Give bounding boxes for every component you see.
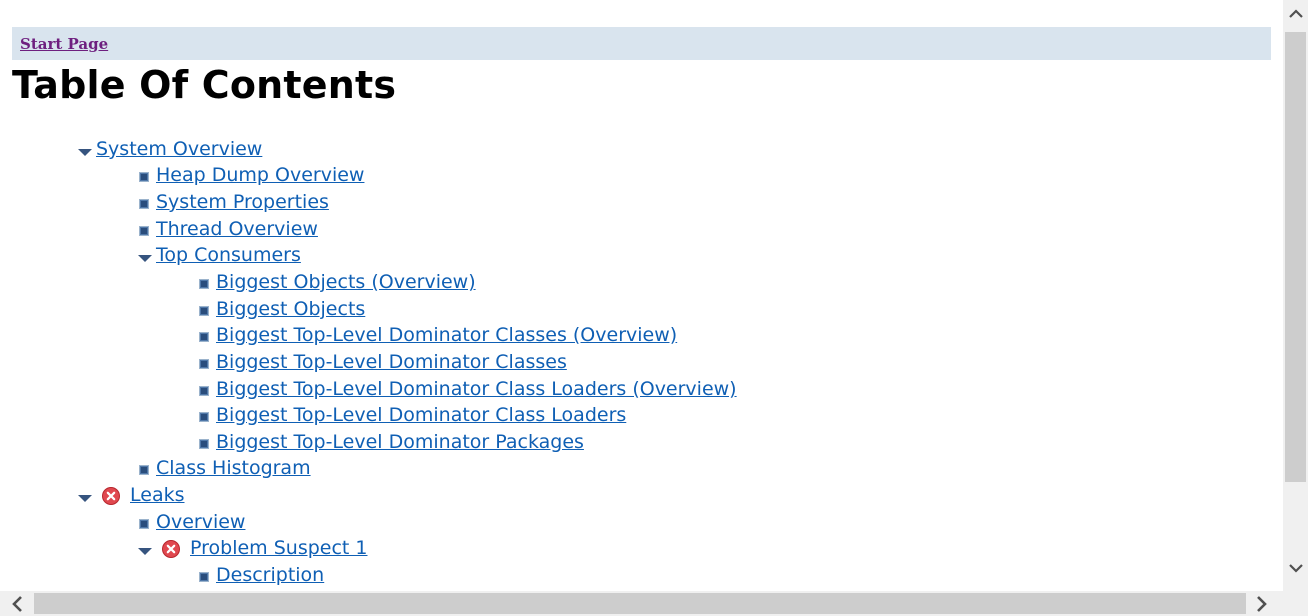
expand-triangle-icon[interactable] (78, 148, 92, 156)
square-bullet-icon (199, 332, 209, 342)
error-x-icon (102, 487, 120, 505)
toc-item-biggest-objects: Biggest Objects (199, 296, 365, 322)
toc-item-top-consumers: Top Consumers (138, 242, 301, 268)
toc-link-biggest-tl-dom-class-loaders-overview[interactable]: Biggest Top-Level Dominator Class Loader… (216, 378, 737, 400)
toc-item-biggest-tl-dom-classes: Biggest Top-Level Dominator Classes (199, 349, 567, 375)
square-bullet-icon (199, 386, 209, 396)
toc-item-system-properties: System Properties (139, 189, 329, 215)
expand-triangle-icon[interactable] (138, 254, 152, 262)
toc-item-problem-suspect-1: Problem Suspect 1 (138, 535, 368, 561)
square-bullet-icon (199, 306, 209, 316)
square-bullet-icon (199, 279, 209, 289)
toc-link-thread-overview[interactable]: Thread Overview (156, 218, 318, 240)
scroll-down-chevron-icon[interactable] (1283, 556, 1308, 580)
toc-item-class-histogram: Class Histogram (139, 455, 311, 481)
toc-link-heap-dump-overview[interactable]: Heap Dump Overview (156, 164, 364, 186)
toc-link-system-properties[interactable]: System Properties (156, 191, 329, 213)
square-bullet-icon (199, 412, 209, 422)
toc-link-biggest-objects-overview[interactable]: Biggest Objects (Overview) (216, 271, 476, 293)
toc-link-biggest-tl-dom-packages[interactable]: Biggest Top-Level Dominator Packages (216, 431, 584, 453)
toc-item-biggest-tl-dom-classes-overview: Biggest Top-Level Dominator Classes (Ove… (199, 322, 677, 348)
toc-link-biggest-tl-dom-class-loaders[interactable]: Biggest Top-Level Dominator Class Loader… (216, 404, 626, 426)
toc-link-class-histogram[interactable]: Class Histogram (156, 457, 311, 479)
toc-link-top-consumers[interactable]: Top Consumers (156, 244, 301, 266)
toc-link-biggest-tl-dom-classes-overview[interactable]: Biggest Top-Level Dominator Classes (Ove… (216, 324, 677, 346)
report-viewport: Start Page Table Of Contents System Over… (0, 0, 1283, 591)
square-bullet-icon (199, 359, 209, 369)
horizontal-scrollbar[interactable] (0, 591, 1283, 616)
scroll-up-chevron-icon[interactable] (1283, 2, 1308, 26)
toc-link-description[interactable]: Description (216, 564, 324, 586)
toc-item-description: Description (199, 562, 324, 588)
toc-link-biggest-tl-dom-classes[interactable]: Biggest Top-Level Dominator Classes (216, 351, 567, 373)
vertical-scrollbar-thumb[interactable] (1285, 32, 1306, 482)
expand-triangle-icon[interactable] (138, 547, 152, 555)
toc-link-system-overview[interactable]: System Overview (96, 138, 262, 160)
breadcrumb: Start Page (12, 27, 1271, 60)
scrollbar-corner (1283, 591, 1308, 616)
toc-link-biggest-objects[interactable]: Biggest Objects (216, 298, 365, 320)
square-bullet-icon (139, 465, 149, 475)
toc-item-biggest-tl-dom-packages: Biggest Top-Level Dominator Packages (199, 429, 584, 455)
error-x-icon (162, 540, 180, 558)
toc-item-biggest-tl-dom-class-loaders: Biggest Top-Level Dominator Class Loader… (199, 402, 626, 428)
square-bullet-icon (139, 199, 149, 209)
toc-item-system-overview: System Overview (78, 136, 262, 162)
toc-item-thread-overview: Thread Overview (139, 216, 318, 242)
square-bullet-icon (199, 572, 209, 582)
scroll-left-chevron-icon[interactable] (2, 591, 32, 616)
toc-link-problem-suspect-1[interactable]: Problem Suspect 1 (190, 537, 368, 559)
start-page-link[interactable]: Start Page (20, 35, 108, 53)
scroll-right-chevron-icon[interactable] (1247, 591, 1277, 616)
square-bullet-icon (139, 226, 149, 236)
vertical-scrollbar[interactable] (1283, 0, 1308, 591)
square-bullet-icon (139, 519, 149, 529)
toc-link-overview[interactable]: Overview (156, 511, 245, 533)
horizontal-scrollbar-thumb[interactable] (34, 593, 1246, 614)
toc-item-biggest-objects-overview: Biggest Objects (Overview) (199, 269, 476, 295)
square-bullet-icon (199, 439, 209, 449)
toc-item-leaks: Leaks (78, 482, 185, 508)
square-bullet-icon (139, 172, 149, 182)
toc-item-biggest-tl-dom-class-loaders-overview: Biggest Top-Level Dominator Class Loader… (199, 376, 737, 402)
toc-item-overview: Overview (139, 509, 245, 535)
toc-item-heap-dump-overview: Heap Dump Overview (139, 162, 364, 188)
expand-triangle-icon[interactable] (78, 494, 92, 502)
toc-link-leaks[interactable]: Leaks (130, 484, 185, 506)
page-title: Table Of Contents (12, 63, 397, 107)
